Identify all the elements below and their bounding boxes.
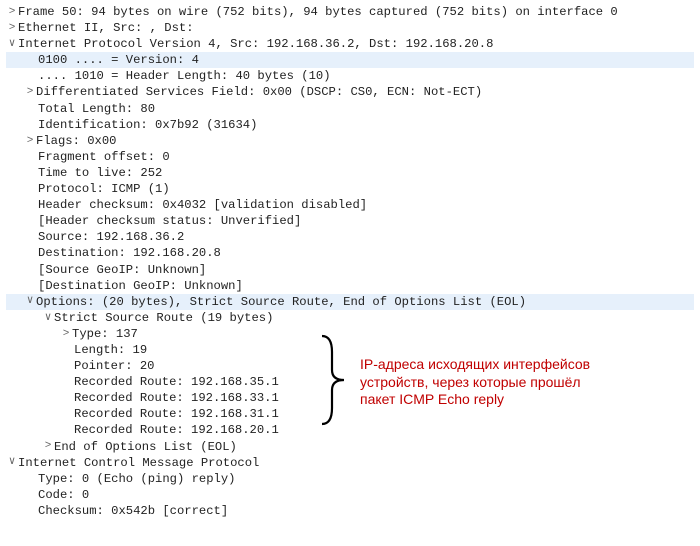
ssr-ptr-row[interactable]: Pointer: 20 [6,358,694,374]
icmp-chksum-row[interactable]: Checksum: 0x542b [correct] [6,503,694,519]
eol-text: End of Options List (EOL) [54,439,237,455]
ip-chksum-row[interactable]: Header checksum: 0x4032 [validation disa… [6,197,694,213]
ip-ident-text: Identification: 0x7b92 (31634) [38,117,257,133]
chevron-down-icon[interactable]: ∨ [24,294,36,309]
rr3-text: Recorded Route: 192.168.31.1 [74,406,279,422]
ip-dst-text: Destination: 192.168.20.8 [38,245,221,261]
frame-text: Frame 50: 94 bytes on wire (752 bits), 9… [18,4,618,20]
ethernet-row[interactable]: > Ethernet II, Src: , Dst: [6,20,694,36]
ip-flags-row[interactable]: > Flags: 0x00 [6,133,694,149]
eol-row[interactable]: > End of Options List (EOL) [6,439,694,455]
ssr-row[interactable]: ∨ Strict Source Route (19 bytes) [6,310,694,326]
ip-hdrlen-text: .... 1010 = Header Length: 40 bytes (10) [38,68,331,84]
chevron-right-icon[interactable]: > [24,134,36,149]
packet-tree: > Frame 50: 94 bytes on wire (752 bits),… [6,4,694,519]
chevron-right-icon[interactable]: > [42,439,54,454]
ip-fragoff-row[interactable]: Fragment offset: 0 [6,149,694,165]
chevron-down-icon[interactable]: ∨ [42,311,54,326]
ip-src-row[interactable]: Source: 192.168.36.2 [6,229,694,245]
chevron-right-icon[interactable]: > [60,327,72,342]
ip-text: Internet Protocol Version 4, Src: 192.16… [18,36,493,52]
ip-version-text: 0100 .... = Version: 4 [38,52,199,68]
rr2-text: Recorded Route: 192.168.33.1 [74,390,279,406]
chevron-down-icon[interactable]: ∨ [6,37,18,52]
icmp-code-text: Code: 0 [38,487,89,503]
rr1-text: Recorded Route: 192.168.35.1 [74,374,279,390]
icmp-type-text: Type: 0 (Echo (ping) reply) [38,471,235,487]
ip-chkstat-text: [Header checksum status: Unverified] [38,213,301,229]
ip-options-text: Options: (20 bytes), Strict Source Route… [36,294,526,310]
ip-totlen-row[interactable]: Total Length: 80 [6,101,694,117]
chevron-right-icon[interactable]: > [6,5,18,20]
ip-row[interactable]: ∨ Internet Protocol Version 4, Src: 192.… [6,36,694,52]
ssr-len-text: Length: 19 [74,342,147,358]
ip-proto-text: Protocol: ICMP (1) [38,181,170,197]
rr4-text: Recorded Route: 192.168.20.1 [74,422,279,438]
chevron-right-icon[interactable]: > [24,85,36,100]
ip-fragoff-text: Fragment offset: 0 [38,149,170,165]
ip-ttl-row[interactable]: Time to live: 252 [6,165,694,181]
icmp-row[interactable]: ∨ Internet Control Message Protocol [6,455,694,471]
ip-src-text: Source: 192.168.36.2 [38,229,184,245]
rr2-row[interactable]: Recorded Route: 192.168.33.1 [6,390,694,406]
rr3-row[interactable]: Recorded Route: 192.168.31.1 [6,406,694,422]
ssr-text: Strict Source Route (19 bytes) [54,310,273,326]
ssr-ptr-text: Pointer: 20 [74,358,154,374]
icmp-chksum-text: Checksum: 0x542b [correct] [38,503,228,519]
ip-totlen-text: Total Length: 80 [38,101,155,117]
icmp-text: Internet Control Message Protocol [18,455,259,471]
ip-ttl-text: Time to live: 252 [38,165,162,181]
ip-chkstat-row[interactable]: [Header checksum status: Unverified] [6,213,694,229]
ip-flags-text: Flags: 0x00 [36,133,116,149]
ssr-type-text: Type: 137 [72,326,138,342]
icmp-code-row[interactable]: Code: 0 [6,487,694,503]
ip-srcgeo-row[interactable]: [Source GeoIP: Unknown] [6,262,694,278]
chevron-down-icon[interactable]: ∨ [6,455,18,470]
ip-dstgeo-text: [Destination GeoIP: Unknown] [38,278,243,294]
ip-dst-row[interactable]: Destination: 192.168.20.8 [6,245,694,261]
ssr-len-row[interactable]: Length: 19 [6,342,694,358]
ip-dsf-text: Differentiated Services Field: 0x00 (DSC… [36,84,482,100]
rr1-row[interactable]: Recorded Route: 192.168.35.1 [6,374,694,390]
ip-options-row[interactable]: ∨ Options: (20 bytes), Strict Source Rou… [6,294,694,310]
frame-row[interactable]: > Frame 50: 94 bytes on wire (752 bits),… [6,4,694,20]
ethernet-text: Ethernet II, Src: , Dst: [18,20,194,36]
ip-srcgeo-text: [Source GeoIP: Unknown] [38,262,206,278]
ip-hdrlen-row[interactable]: .... 1010 = Header Length: 40 bytes (10) [6,68,694,84]
ip-dstgeo-row[interactable]: [Destination GeoIP: Unknown] [6,278,694,294]
ip-proto-row[interactable]: Protocol: ICMP (1) [6,181,694,197]
ip-dsf-row[interactable]: > Differentiated Services Field: 0x00 (D… [6,84,694,100]
ip-version-row[interactable]: 0100 .... = Version: 4 [6,52,694,68]
icmp-type-row[interactable]: Type: 0 (Echo (ping) reply) [6,471,694,487]
ssr-type-row[interactable]: > Type: 137 [6,326,694,342]
ip-chksum-text: Header checksum: 0x4032 [validation disa… [38,197,367,213]
chevron-right-icon[interactable]: > [6,21,18,36]
ip-ident-row[interactable]: Identification: 0x7b92 (31634) [6,117,694,133]
rr4-row[interactable]: Recorded Route: 192.168.20.1 [6,422,694,438]
